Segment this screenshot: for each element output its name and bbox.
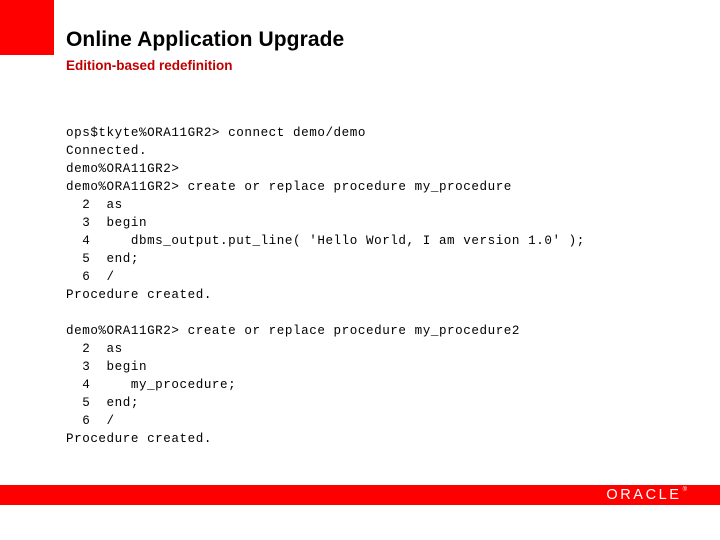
terminal-line: 4 dbms_output.put_line( 'Hello World, I … xyxy=(66,234,585,248)
terminal-line: 5 end; xyxy=(66,396,139,410)
terminal-line: 6 / xyxy=(66,270,115,284)
terminal-line: 3 begin xyxy=(66,360,148,374)
terminal-line: ops$tkyte%ORA11GR2> connect demo/demo xyxy=(66,126,366,140)
slide-canvas: Online Application Upgrade Edition-based… xyxy=(0,0,720,540)
terminal-line: 5 end; xyxy=(66,252,139,266)
terminal-line: 4 my_procedure; xyxy=(66,378,237,392)
oracle-logo: ORACLE ® xyxy=(606,486,687,504)
terminal-line: 6 / xyxy=(66,414,115,428)
terminal-line: Procedure created. xyxy=(66,288,212,302)
terminal-line: Connected. xyxy=(66,144,148,158)
title-area: Online Application Upgrade Edition-based… xyxy=(66,28,686,74)
page-title: Online Application Upgrade xyxy=(66,28,345,51)
terminal-line: 2 as xyxy=(66,198,123,212)
terminal-line: demo%ORA11GR2> xyxy=(66,162,180,176)
registered-trademark-icon: ® xyxy=(682,487,687,493)
terminal-line: demo%ORA11GR2> create or replace procedu… xyxy=(66,324,521,338)
terminal-line: 3 begin xyxy=(66,216,148,230)
terminal-line: 2 as xyxy=(66,342,123,356)
terminal-line: demo%ORA11GR2> create or replace procedu… xyxy=(66,180,512,194)
terminal-transcript: ops$tkyte%ORA11GR2> connect demo/demo Co… xyxy=(66,124,686,448)
oracle-wordmark: ORACLE xyxy=(606,487,682,503)
corner-accent-block xyxy=(0,0,54,55)
terminal-line: Procedure created. xyxy=(66,432,212,446)
page-subtitle: Edition-based redefinition xyxy=(66,58,233,73)
